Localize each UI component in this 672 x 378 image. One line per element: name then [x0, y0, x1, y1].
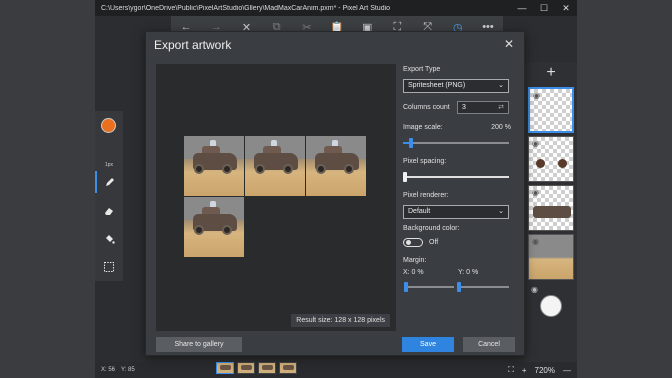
- sprite-frame: [245, 136, 305, 196]
- cursor-x: X: 56: [101, 367, 116, 373]
- margin-x-label: X: 0 %: [403, 269, 424, 276]
- eye-icon[interactable]: ◉: [532, 139, 539, 148]
- image-scale-label: Image scale:: [403, 124, 443, 131]
- layers-panel: + ◉ ◉ ◉ ◉ ◉: [525, 62, 577, 362]
- cancel-button[interactable]: Cancel: [463, 337, 515, 352]
- swap-icon[interactable]: ⇄: [498, 102, 504, 113]
- share-to-gallery-button[interactable]: Share to gallery: [156, 337, 242, 352]
- sprite-frame: [306, 136, 366, 196]
- minimize-button[interactable]: —: [511, 3, 533, 13]
- zoom-level: 720%: [534, 365, 555, 375]
- title-bar: C:\Users\ygor\OneDrive\Public\PixelArtSt…: [95, 0, 577, 16]
- dialog-close-icon[interactable]: ✕: [504, 37, 514, 51]
- maximize-button[interactable]: ☐: [533, 3, 555, 14]
- frame-thumbnail[interactable]: [237, 362, 255, 374]
- pencil-icon: [106, 178, 114, 186]
- layer-thumbnail[interactable]: ◉: [528, 136, 574, 182]
- eye-icon[interactable]: ◉: [531, 285, 538, 294]
- sprite-frame: [184, 136, 244, 196]
- zoom-controls: ⛶ + 720% —: [508, 362, 577, 378]
- margin-x-slider[interactable]: [404, 282, 454, 292]
- export-type-value: Spritesheet (PNG): [408, 82, 466, 89]
- zoom-in-icon[interactable]: +: [522, 366, 527, 375]
- primary-color-swatch[interactable]: [101, 118, 116, 133]
- frame-thumbnail[interactable]: [279, 362, 297, 374]
- export-type-select[interactable]: Spritesheet (PNG) ⌄: [403, 79, 509, 93]
- export-dialog: Export artwork ✕ Result size: 128 x 128 …: [145, 31, 525, 356]
- cursor-y: Y: 85: [121, 367, 135, 373]
- margin-x-thumb[interactable]: [404, 282, 408, 292]
- pixel-renderer-select[interactable]: Default ⌄: [403, 205, 509, 219]
- chevron-down-icon: ⌄: [498, 82, 504, 89]
- brush-preview: [540, 295, 562, 317]
- layer-thumbnail[interactable]: ◉: [528, 185, 574, 231]
- columns-count-input[interactable]: 3 ⇄: [457, 101, 509, 114]
- background-color-label: Background color:: [403, 225, 460, 232]
- selection-tool-button[interactable]: [95, 256, 123, 278]
- eye-icon[interactable]: ◉: [532, 188, 539, 197]
- export-type-label: Export Type: [403, 66, 441, 73]
- fill-tool-button[interactable]: [95, 228, 123, 250]
- left-backdrop: [0, 0, 95, 378]
- right-backdrop: [577, 0, 672, 378]
- window-title: C:\Users\ygor\OneDrive\Public\PixelArtSt…: [101, 4, 391, 12]
- export-preview: Result size: 128 x 128 pixels: [156, 64, 396, 331]
- pixel-size-label: 1px: [104, 162, 114, 168]
- pixel-spacing-thumb[interactable]: [403, 172, 407, 182]
- chevron-down-icon: ⌄: [498, 208, 504, 215]
- result-size: Result size: 128 x 128 pixels: [291, 314, 390, 327]
- animation-frames: [216, 362, 297, 374]
- frame-thumbnail[interactable]: [258, 362, 276, 374]
- sprite-frame: [184, 197, 244, 257]
- image-scale-thumb[interactable]: [409, 138, 414, 148]
- margin-y-thumb[interactable]: [457, 282, 461, 292]
- image-scale-value: 200 %: [491, 124, 511, 131]
- frame-thumbnail[interactable]: [216, 362, 234, 374]
- save-button[interactable]: Save: [402, 337, 454, 352]
- add-layer-icon[interactable]: +: [525, 62, 577, 84]
- background-color-toggle[interactable]: [403, 238, 423, 247]
- columns-count-value: 3: [462, 104, 466, 111]
- layer-thumbnail[interactable]: ◉: [528, 283, 574, 329]
- dialog-title: Export artwork: [154, 38, 232, 52]
- pixel-renderer-value: Default: [408, 208, 431, 215]
- eye-icon[interactable]: ◉: [532, 237, 539, 246]
- pixel-spacing-slider[interactable]: [403, 172, 509, 182]
- background-toggle-text: Off: [429, 239, 439, 246]
- eraser-icon: [105, 208, 113, 215]
- layer-thumbnail[interactable]: ◉: [528, 87, 574, 133]
- margin-y-slider[interactable]: [457, 282, 509, 292]
- status-bar: X: 56 Y: 85 ⛶ + 720% —: [95, 362, 577, 378]
- margin-label: Margin:: [403, 257, 427, 264]
- margin-y-label: Y: 0 %: [458, 269, 479, 276]
- tools-panel: 1px: [95, 111, 123, 281]
- eye-icon[interactable]: ◉: [533, 91, 540, 100]
- wheel-sprite: [536, 159, 545, 168]
- pencil-tool-button[interactable]: [95, 171, 123, 193]
- layer-thumbnail[interactable]: ◉: [528, 234, 574, 280]
- zoom-out-icon[interactable]: —: [563, 366, 571, 375]
- image-scale-slider[interactable]: [403, 138, 509, 148]
- columns-count-label: Columns count: [403, 104, 450, 111]
- pixel-spacing-label: Pixel spacing:: [403, 158, 447, 165]
- eraser-tool-button[interactable]: [95, 200, 123, 222]
- fit-screen-icon[interactable]: ⛶: [508, 365, 514, 375]
- pixel-renderer-label: Pixel renderer:: [403, 192, 449, 199]
- dashed-select-icon: [104, 262, 114, 272]
- wheel-sprite: [558, 159, 567, 168]
- spritesheet-preview: [184, 136, 366, 258]
- window-close-button[interactable]: ✕: [555, 3, 577, 14]
- car-sprite: [533, 206, 571, 218]
- bucket-icon: [106, 235, 115, 244]
